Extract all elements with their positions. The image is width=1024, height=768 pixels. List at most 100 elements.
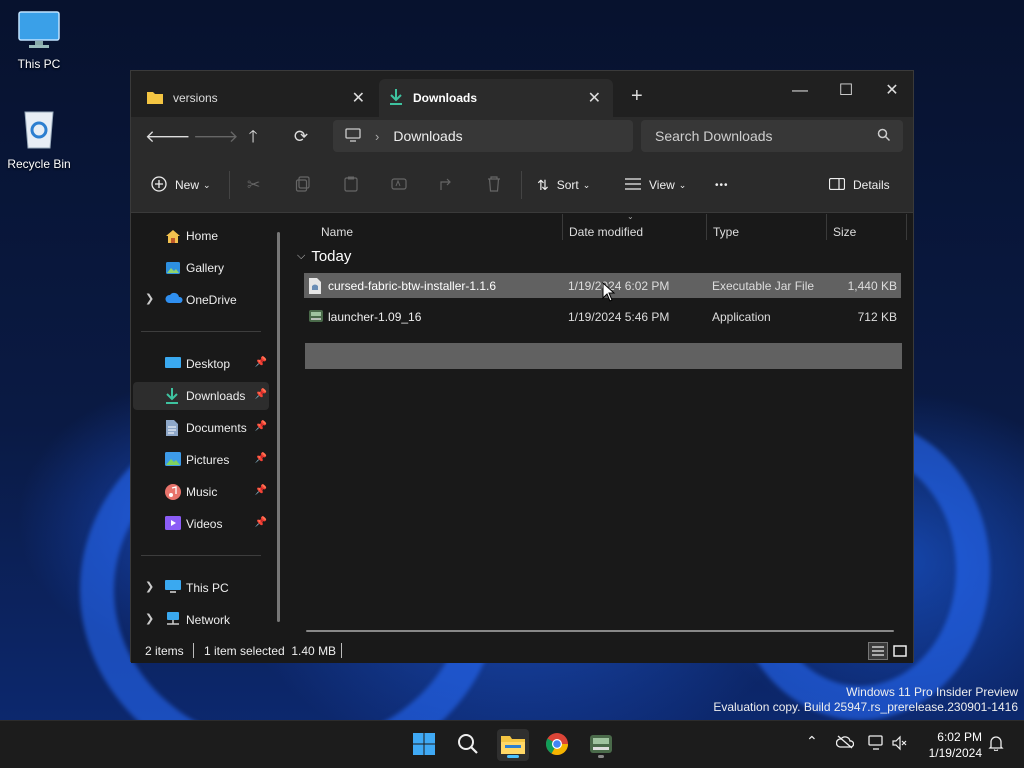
pin-icon[interactable]: 📌 xyxy=(255,453,267,464)
back-button[interactable]: 🡐 xyxy=(145,125,191,149)
new-button[interactable]: New ⌄ xyxy=(151,173,211,197)
column-header-size[interactable]: Size xyxy=(833,220,856,244)
sidebar-scrollbar[interactable] xyxy=(277,232,280,622)
tiles-view-button[interactable] xyxy=(890,642,910,660)
sidebar-item-onedrive[interactable]: ❯ OneDrive xyxy=(133,286,269,314)
new-tab-button[interactable]: + xyxy=(631,85,643,108)
file-date: 1/19/2024 6:02 PM xyxy=(568,279,670,293)
share-button[interactable] xyxy=(439,173,455,197)
sidebar-item-desktop[interactable]: Desktop 📌 xyxy=(133,350,269,378)
chevron-right-icon[interactable]: ❯ xyxy=(145,580,154,593)
column-divider[interactable] xyxy=(826,214,827,240)
pin-icon[interactable]: 📌 xyxy=(255,517,267,528)
sidebar-item-label: Desktop xyxy=(186,357,231,371)
pin-icon[interactable]: 📌 xyxy=(255,389,267,400)
desktop-icon-this-pc[interactable]: This PC xyxy=(4,10,74,71)
search-box[interactable]: Search Downloads xyxy=(641,120,903,152)
pin-icon[interactable]: 📌 xyxy=(255,485,267,496)
sidebar-item-label: Gallery xyxy=(186,261,225,275)
search-input[interactable]: Search Downloads xyxy=(655,128,773,144)
volume-muted-icon[interactable] xyxy=(892,735,908,754)
column-divider[interactable] xyxy=(562,214,563,240)
column-divider[interactable] xyxy=(906,214,907,240)
folder-icon xyxy=(147,90,163,107)
maximize-button[interactable]: ☐ xyxy=(823,77,869,107)
column-header-date[interactable]: Date modified xyxy=(569,220,643,244)
breadcrumb-downloads[interactable]: Downloads xyxy=(393,128,462,144)
group-header-today[interactable]: ⌵ Today xyxy=(297,248,351,265)
copy-icon xyxy=(295,175,311,195)
view-button[interactable]: View ⌄ xyxy=(625,173,686,197)
desktop-icon-label: Recycle Bin xyxy=(7,157,71,171)
sidebar-item-pictures[interactable]: Pictures 📌 xyxy=(133,446,269,474)
address-bar[interactable]: › Downloads xyxy=(333,120,633,152)
sidebar-item-downloads[interactable]: Downloads 📌 xyxy=(133,382,269,410)
network-icon xyxy=(165,612,181,629)
rename-icon xyxy=(391,176,407,195)
sort-button[interactable]: ⇅ Sort ⌄ xyxy=(537,173,590,197)
tab-versions[interactable]: versions ✕ xyxy=(137,79,377,117)
column-header-type[interactable]: Type xyxy=(713,220,739,244)
mouse-cursor-icon xyxy=(602,281,616,305)
delete-button[interactable] xyxy=(487,173,501,197)
chevron-down-icon: ⌄ xyxy=(203,179,211,190)
running-indicator xyxy=(598,755,604,758)
onedrive-tray-icon[interactable] xyxy=(835,735,855,752)
sidebar-item-documents[interactable]: Documents 📌 xyxy=(133,414,269,442)
network-tray-icon[interactable] xyxy=(868,735,886,754)
plus-circle-icon xyxy=(151,175,167,195)
application-icon xyxy=(308,308,324,327)
sidebar-item-home[interactable]: Home xyxy=(133,222,269,250)
details-button[interactable]: Details xyxy=(828,173,890,197)
refresh-button[interactable]: ⟳ xyxy=(288,125,314,149)
group-label: Today xyxy=(311,248,352,265)
close-icon[interactable]: ✕ xyxy=(352,88,365,108)
taskbar-chrome[interactable] xyxy=(541,729,573,761)
more-options-button[interactable]: ••• xyxy=(715,173,729,197)
jar-file-icon xyxy=(308,278,322,297)
copy-button[interactable] xyxy=(295,173,311,197)
system-clock[interactable]: 6:02 PM 1/19/2024 xyxy=(908,729,982,761)
chevron-right-icon[interactable]: ❯ xyxy=(145,612,154,625)
column-divider[interactable] xyxy=(706,214,707,240)
taskbar-file-explorer[interactable] xyxy=(497,729,529,761)
search-button[interactable] xyxy=(452,729,484,761)
tab-downloads[interactable]: Downloads ✕ xyxy=(379,79,613,117)
rename-button[interactable] xyxy=(391,173,407,197)
title-bar: versions ✕ Downloads ✕ + — ☐ ✕ xyxy=(131,71,913,117)
monitor-icon xyxy=(4,10,74,53)
file-type: Executable Jar File xyxy=(712,279,815,293)
file-name: launcher-1.09_16 xyxy=(328,310,422,324)
paste-button[interactable] xyxy=(343,173,359,197)
sidebar-item-label: Music xyxy=(186,485,218,499)
sidebar-item-this-pc[interactable]: ❯ This PC xyxy=(133,574,269,602)
sidebar-item-network[interactable]: ❯ Network xyxy=(133,606,269,634)
horizontal-scrollbar[interactable] xyxy=(306,630,894,632)
pin-icon[interactable]: 📌 xyxy=(255,421,267,432)
file-size: 1,440 KB xyxy=(847,279,897,293)
sidebar-item-videos[interactable]: Videos 📌 xyxy=(133,510,269,538)
chevron-down-icon: ⌄ xyxy=(582,179,591,190)
minimize-button[interactable]: — xyxy=(777,77,823,107)
desktop-icon-recycle-bin[interactable]: Recycle Bin xyxy=(4,106,74,171)
chevron-right-icon[interactable]: ❯ xyxy=(145,292,154,305)
selection-info: 1 item selected 1.40 MB xyxy=(204,644,337,658)
details-view-button[interactable] xyxy=(868,642,888,660)
sidebar-item-gallery[interactable]: Gallery xyxy=(133,254,269,282)
show-hidden-icons-button[interactable]: ⌃ xyxy=(806,733,818,750)
file-explorer-window: versions ✕ Downloads ✕ + — ☐ ✕ 🡐 🡒 🡑 ⟳ ›… xyxy=(130,70,914,663)
table-row[interactable]: launcher-1.09_16 1/19/2024 5:46 PM Appli… xyxy=(304,304,901,329)
start-button[interactable] xyxy=(408,729,440,761)
pin-icon[interactable]: 📌 xyxy=(255,357,267,368)
close-icon[interactable]: ✕ xyxy=(588,88,601,108)
column-header-name[interactable]: Name xyxy=(321,220,353,244)
sidebar-item-music[interactable]: Music 📌 xyxy=(133,478,269,506)
sidebar-item-label: Documents xyxy=(186,421,247,435)
table-row[interactable] xyxy=(305,343,902,369)
cut-button[interactable]: ✂ xyxy=(247,173,260,197)
up-button[interactable]: 🡑 xyxy=(240,125,266,149)
taskbar-launcher[interactable] xyxy=(585,729,617,761)
notification-bell-icon[interactable] xyxy=(988,735,1004,754)
close-window-button[interactable]: ✕ xyxy=(869,77,915,107)
forward-button[interactable]: 🡒 xyxy=(193,125,239,149)
